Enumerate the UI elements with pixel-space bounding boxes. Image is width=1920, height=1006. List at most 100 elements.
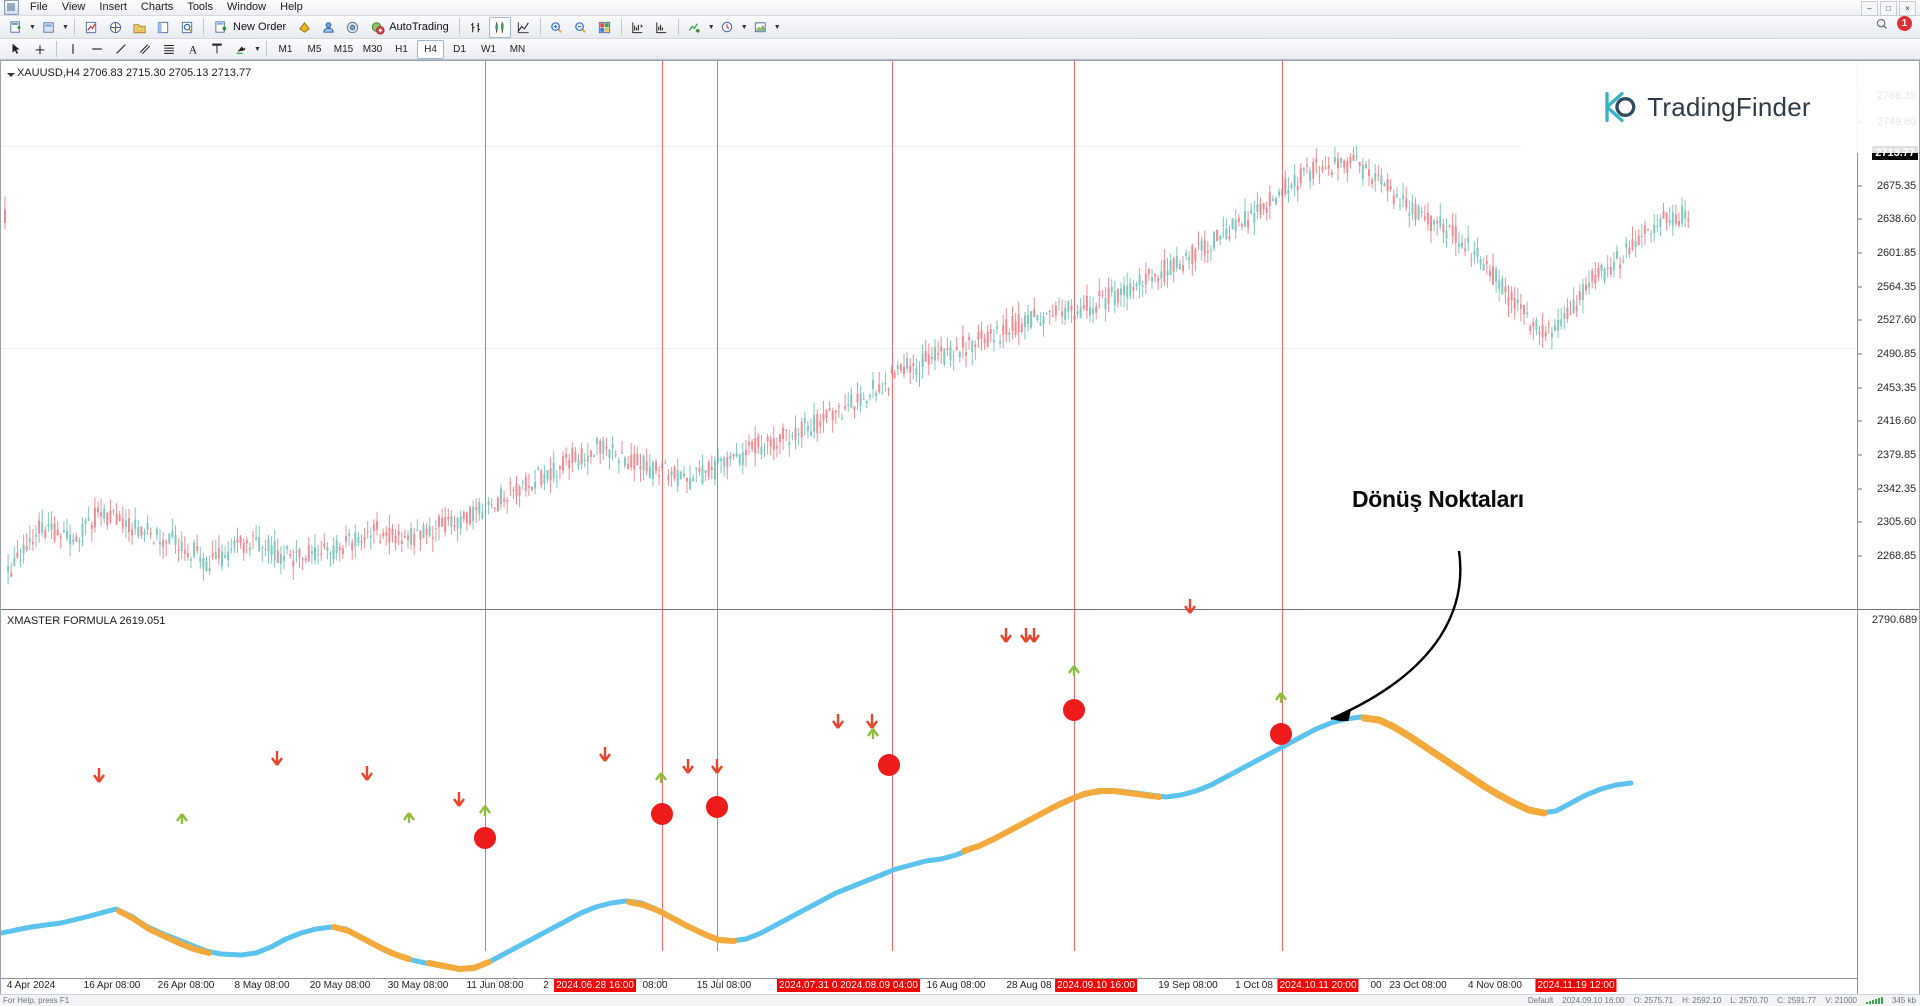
crosshair-icon[interactable] (29, 39, 51, 60)
new-chart-icon[interactable] (5, 17, 27, 38)
status-open: O: 2575.71 (1633, 996, 1674, 1005)
status-low: L: 2570.70 (1730, 996, 1769, 1005)
templates-dropdown-icon[interactable]: ▼ (773, 18, 782, 37)
reversal-point-dot (1270, 723, 1292, 745)
cursor-icon[interactable] (5, 39, 27, 60)
chart-symbol-label: XAUUSD,H4 2706.83 2715.30 2705.13 2713.7… (17, 67, 252, 79)
timeframe-d1[interactable]: D1 (446, 40, 473, 59)
candlestick-chart-icon[interactable] (488, 16, 511, 38)
new-chart-dropdown-icon[interactable]: ▼ (28, 18, 37, 37)
arrows-icon[interactable] (230, 39, 252, 60)
menu-item-view[interactable]: View (55, 0, 93, 15)
zoom-out-icon[interactable] (570, 17, 592, 38)
new-order-button[interactable]: New Order (208, 17, 292, 38)
connection-signal-icon (1865, 997, 1883, 1004)
search-icon[interactable] (1875, 17, 1889, 31)
horizontal-line-icon[interactable] (86, 39, 108, 60)
timeframe-m30[interactable]: M30 (359, 40, 386, 59)
close-button[interactable]: × (1899, 1, 1916, 16)
mql5-community-icon[interactable] (293, 17, 315, 38)
price-label: 2527.60 (1876, 314, 1916, 326)
indicator-scale-label: 2790.689 (1871, 614, 1917, 626)
arrows-dropdown-icon[interactable]: ▼ (253, 40, 262, 59)
chart-window[interactable]: XAUUSD,H4 2706.83 2715.30 2705.13 2713.7… (0, 60, 1920, 996)
reversal-point-dot (651, 803, 673, 825)
window-controls: – □ × (1861, 1, 1916, 16)
maximize-button[interactable]: □ (1880, 1, 1897, 16)
axis-pane-separator (1858, 609, 1919, 610)
price-label: 2564.35 (1876, 281, 1916, 293)
metaeditor-icon[interactable] (317, 17, 339, 38)
reversal-point-dot (706, 796, 728, 818)
status-high: H: 2592.10 (1682, 996, 1722, 1005)
profiles-icon[interactable] (38, 17, 60, 38)
timeframe-m1[interactable]: M1 (272, 40, 299, 59)
price-tick (1858, 185, 1862, 187)
indicators-icon[interactable] (684, 17, 706, 38)
market-watch-icon[interactable] (80, 17, 102, 38)
status-volume: V: 21000 (1825, 996, 1857, 1005)
periods-dropdown-icon[interactable]: ▼ (740, 18, 749, 37)
minimize-button[interactable]: – (1861, 1, 1878, 16)
expert-advisors-icon[interactable] (341, 17, 363, 38)
status-help-text: For Help, press F1 (3, 996, 70, 1005)
text-label-icon[interactable] (206, 39, 228, 60)
timeframe-w1[interactable]: W1 (475, 40, 502, 59)
equidistant-channel-icon[interactable] (134, 39, 156, 60)
alert-badge[interactable]: 1 (1897, 16, 1912, 31)
line-studies-toolbar: A ▼ M1 M5 M15 M30 H1 H4 D1 W1 MN (0, 39, 1920, 60)
indicator-label: XMASTER FORMULA 2619.051 (7, 615, 166, 627)
toolbar-divider-4 (539, 19, 541, 35)
periods-icon[interactable] (717, 17, 739, 38)
chart-plot-area[interactable]: XAUUSD,H4 2706.83 2715.30 2705.13 2713.7… (1, 61, 1857, 994)
fibonacci-retracement-icon[interactable] (158, 39, 180, 60)
tile-windows-icon[interactable] (594, 17, 616, 38)
menu-item-help[interactable]: Help (273, 0, 310, 15)
profiles-dropdown-icon[interactable]: ▼ (61, 18, 70, 37)
timeframe-mn[interactable]: MN (504, 40, 531, 59)
price-label: 2342.35 (1876, 483, 1916, 495)
menu-item-window[interactable]: Window (220, 0, 273, 15)
auto-scroll-icon[interactable] (651, 17, 673, 38)
bar-chart-icon[interactable] (465, 17, 487, 38)
main-toolbar: ▼ ▼ New Order AutoTrading ▼ ▼ ▼ (0, 16, 1920, 39)
menu-item-tools[interactable]: Tools (180, 0, 220, 15)
toolbar-divider-3 (458, 19, 460, 35)
zoom-in-icon[interactable] (546, 17, 568, 38)
timeframe-h4[interactable]: H4 (417, 39, 444, 59)
timeframe-m5[interactable]: M5 (301, 40, 328, 59)
toolbar-divider-2 (203, 19, 204, 35)
menu-item-file[interactable]: File (23, 0, 55, 15)
menu-item-charts[interactable]: Charts (134, 0, 180, 15)
chart-collapse-icon[interactable] (6, 70, 16, 80)
navigator-icon[interactable] (104, 17, 126, 38)
price-tick (1858, 387, 1862, 389)
strategy-tester-icon[interactable] (176, 17, 198, 38)
line-chart-icon[interactable] (513, 17, 535, 38)
trendline-icon[interactable] (110, 39, 132, 60)
tradingfinder-branding: TradingFinder (1489, 61, 1919, 153)
price-tick (1858, 521, 1862, 523)
timeframe-h1[interactable]: H1 (388, 40, 415, 59)
indicators-dropdown-icon[interactable]: ▼ (707, 18, 716, 37)
timeframe-m15[interactable]: M15 (330, 40, 357, 59)
templates-icon[interactable] (750, 17, 772, 38)
new-order-icon (211, 17, 231, 38)
text-icon[interactable]: A (182, 39, 204, 60)
chart-shift-icon[interactable] (627, 17, 649, 38)
autotrading-button[interactable]: AutoTrading (364, 17, 455, 38)
reversal-point-dot (1063, 699, 1085, 721)
toolbar-divider-6 (677, 19, 679, 35)
price-label: 2379.85 (1876, 449, 1916, 461)
price-tick (1858, 218, 1862, 220)
terminal-icon[interactable] (152, 17, 174, 38)
price-axis[interactable]: 2786.35 2749.60 2713.77 2675.35 2638.60 … (1857, 61, 1919, 996)
favorites-icon[interactable] (128, 17, 150, 38)
menu-bar: File View Insert Charts Tools Window Hel… (0, 0, 1920, 16)
vertical-line-icon[interactable] (62, 39, 84, 60)
price-tick (1858, 555, 1862, 557)
menu-item-insert[interactable]: Insert (92, 0, 134, 15)
status-profile: Default (1527, 996, 1554, 1005)
annotation-label: Dönüş Noktaları (1352, 486, 1524, 512)
status-right: Default 2024.09.10 16:00 O: 2575.71 H: 2… (1528, 996, 1916, 1005)
